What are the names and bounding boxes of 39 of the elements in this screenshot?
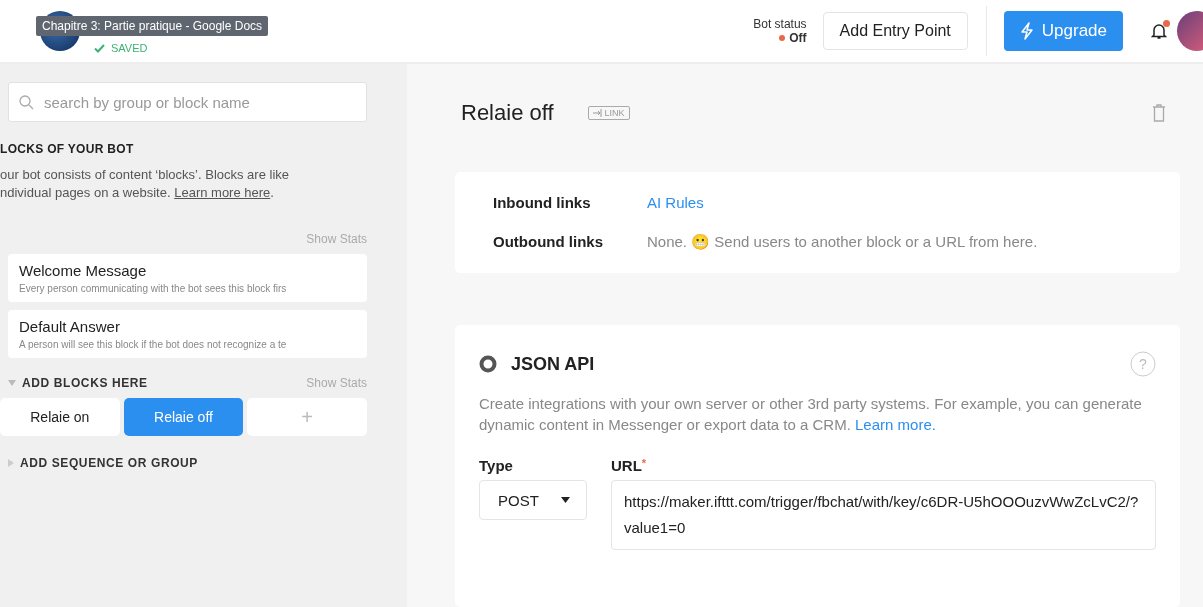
block-card[interactable]: Default Answer A person will see this block if the bot does not recognize a te — [8, 310, 367, 358]
ring-icon — [479, 355, 497, 373]
block-description: A person will see this block if the bot does not recognize a te — [19, 339, 288, 350]
trash-icon[interactable] — [1152, 104, 1166, 122]
lightning-icon — [1019, 22, 1034, 40]
search-icon — [19, 94, 34, 110]
caret-icon[interactable] — [8, 459, 14, 467]
plugin-description: Create integrations with your own server or other 3rd party systems. For example, you can generate dynamic content in Messenger or export data to a CRM. Learn more. — [479, 394, 1143, 435]
block-title: Default Answer — [19, 318, 121, 335]
saved-status: SAVED — [111, 42, 148, 54]
links-label: Outbound links — [493, 233, 604, 251]
add-sequence-link[interactable]: ADD SEQUENCE OR GROUP — [20, 456, 198, 470]
type-label: Type — [479, 457, 514, 474]
add-entry-point-button[interactable]: Add Entry Point — [822, 12, 968, 50]
block-name[interactable]: Relaie off — [461, 100, 554, 126]
type-select[interactable]: POST — [479, 480, 587, 520]
block-chip[interactable]: Relaie on — [0, 398, 120, 436]
section-title: LOCKS OF YOUR BOT — [0, 142, 135, 156]
url-field[interactable]: https://maker.ifttt.com/trigger/fbchat/with/key/c6DR-U5hOOOuzvWwZcLvC2/?value1=0 — [611, 480, 1156, 550]
bot-status-label: Bot status — [753, 17, 807, 31]
arrow-icon — [592, 109, 603, 117]
block-card[interactable]: Welcome Message Every person communicating with the bot sees this block firs — [8, 254, 367, 302]
caret-icon — [561, 497, 570, 503]
search-field[interactable]: search by group or block name — [8, 82, 367, 122]
check-icon — [94, 43, 105, 53]
bell-icon[interactable] — [1151, 22, 1167, 40]
plugin-title: JSON API — [511, 353, 596, 375]
url-label: URL* — [611, 457, 648, 474]
bot-status-value: Off — [789, 31, 807, 45]
caret-icon[interactable] — [8, 380, 16, 386]
block-title: Welcome Message — [19, 262, 148, 279]
learn-more-link[interactable]: Learn more. — [855, 416, 936, 433]
group-title: ADD BLOCKS HERE — [22, 376, 148, 390]
intro-text: our bot consists of content ‘blocks’. Blocks are like ndividual pages on a website. Learn more here. — [0, 166, 291, 202]
links-label: Inbound links — [493, 194, 592, 211]
block-description: Every person communicating with the bot sees this block firs — [19, 283, 288, 294]
inbound-link[interactable]: AI Rules — [647, 194, 1142, 211]
outbound-text: None. 😬 Send users to another block or a URL from here. — [647, 233, 1039, 251]
tooltip: Chapitre 3: Partie pratique - Google Docs — [36, 16, 269, 36]
